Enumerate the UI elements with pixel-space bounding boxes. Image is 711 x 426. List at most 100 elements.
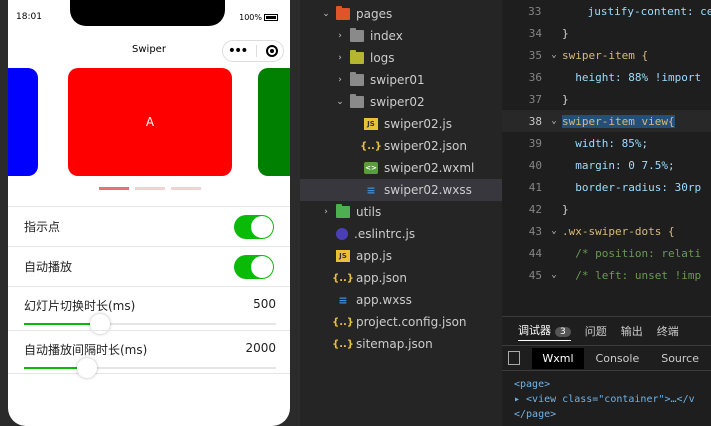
interval-label: 自动播放间隔时长(ms): [24, 343, 148, 357]
indicator-dot: [135, 187, 165, 190]
tree-item-label: pages: [356, 7, 393, 21]
swiper[interactable]: A: [8, 68, 290, 176]
line-number: 34: [528, 26, 542, 40]
code-line[interactable]: 45 ⌄ /* left: unset !imp: [502, 264, 711, 286]
ellipsis-icon[interactable]: •••: [228, 44, 249, 58]
tree-item-app-json[interactable]: {..} app.json: [300, 267, 407, 289]
code-line[interactable]: 34}: [502, 22, 711, 44]
inspect-element-icon[interactable]: [508, 351, 521, 365]
folder-icon: [336, 204, 350, 218]
json-file-icon: {..}: [332, 272, 354, 284]
devtools-tabs: 调试器 3 问题 输出 终端: [502, 317, 711, 345]
code-line[interactable]: 39 width: 85%;: [502, 132, 711, 154]
code-line[interactable]: 38 ⌄ swiper-item view{: [502, 110, 711, 132]
tree-item-label: app.json: [356, 271, 407, 285]
code-text: .wx-swiper-dots {: [562, 224, 675, 238]
capsule-menu: •••: [222, 40, 284, 62]
wxml-tree: <page> ▸ <view class="container">…</v </…: [502, 371, 711, 422]
indicator-dots-switch[interactable]: [234, 214, 274, 239]
subtab-wxml[interactable]: Wxml: [532, 347, 584, 369]
code-text: /* position: relati: [562, 246, 702, 260]
slide-blue[interactable]: [8, 68, 38, 176]
tree-item-swiper02[interactable]: ⌄ swiper02: [300, 91, 425, 113]
code-line[interactable]: 44 /* position: relati: [502, 242, 711, 264]
autoplay-switch[interactable]: [234, 254, 274, 279]
code-text: /* left: unset !imp: [562, 268, 702, 282]
tree-item-app-wxss[interactable]: ≡ app.wxss: [300, 289, 411, 311]
slide-green[interactable]: [258, 68, 290, 176]
tab-terminal[interactable]: 终端: [657, 323, 679, 339]
subtab-console[interactable]: Console: [586, 348, 650, 369]
nav-bar: Swiper •••: [8, 38, 290, 62]
fold-chevron-icon[interactable]: ⌄: [546, 270, 562, 280]
line-number: 43: [528, 224, 542, 238]
battery-icon: [264, 14, 278, 21]
code-line[interactable]: 43 ⌄ .wx-swiper-dots {: [502, 220, 711, 242]
tree-item-pages[interactable]: ⌄ pages: [300, 3, 392, 25]
tree-item-app-js[interactable]: JS app.js: [300, 245, 392, 267]
js-file-icon: JS: [336, 250, 350, 262]
code-line[interactable]: 42}: [502, 198, 711, 220]
tab-debugger[interactable]: 调试器 3: [518, 322, 571, 341]
code-editor[interactable]: 33 justify-content: ce 34} 35 ⌄ swiper-item …: [502, 0, 711, 316]
chevron-right-icon[interactable]: ›: [320, 207, 332, 217]
phone-screen: 18:01 100% Swiper ••• A 指示点 自动播放 幻灯片切换时长…: [8, 0, 290, 426]
tree-item-swiper02-wxss[interactable]: ≡ swiper02.wxss: [300, 179, 502, 201]
duration-slider[interactable]: [24, 314, 276, 334]
tree-item-swiper02-wxml[interactable]: <> swiper02.wxml: [300, 157, 474, 179]
code-text: border-radius: 30rp: [562, 180, 702, 194]
target-icon[interactable]: [266, 45, 279, 57]
duration-label: 幻灯片切换时长(ms): [24, 299, 136, 313]
tree-item-label: swiper02: [370, 95, 425, 109]
chevron-right-icon[interactable]: ›: [334, 53, 346, 63]
subtab-source[interactable]: Source: [651, 348, 709, 369]
line-number: 33: [528, 4, 542, 18]
settings-form: 指示点 自动播放 幻灯片切换时长(ms) 500 自动播放间隔时长(ms) 20…: [8, 206, 290, 378]
simulator-panel: 18:01 100% Swiper ••• A 指示点 自动播放 幻灯片切换时长…: [0, 0, 300, 426]
fold-chevron-icon[interactable]: ⌄: [546, 226, 562, 236]
chevron-down-icon[interactable]: ⌄: [320, 9, 332, 19]
wxml-node[interactable]: ▸ <view class="container">…</v: [514, 392, 711, 407]
chevron-right-icon[interactable]: ›: [334, 31, 346, 41]
tree-item-index[interactable]: › index: [300, 25, 403, 47]
chevron-right-icon[interactable]: ›: [334, 75, 346, 85]
tree-item-sitemap-json[interactable]: {..} sitemap.json: [300, 333, 433, 355]
code-line[interactable]: 33 justify-content: ce: [502, 0, 711, 22]
debugger-badge: 3: [555, 326, 571, 337]
code-text: width: 85%;: [562, 136, 649, 150]
tree-item-label: utils: [356, 205, 382, 219]
interval-slider[interactable]: [24, 358, 276, 378]
tab-problems[interactable]: 问题: [585, 323, 607, 339]
fold-chevron-icon[interactable]: ⌄: [546, 116, 562, 126]
tree-item-swiper02-js[interactable]: JS swiper02.js: [300, 113, 452, 135]
code-text: height: 88% !import: [562, 70, 702, 84]
tree-item-eslintrc-js[interactable]: .eslintrc.js: [300, 223, 415, 245]
code-line[interactable]: [502, 286, 711, 308]
tree-item-logs[interactable]: › logs: [300, 47, 395, 69]
code-line[interactable]: 35 ⌄ swiper-item {: [502, 44, 711, 66]
line-number: 42: [528, 202, 542, 216]
code-line[interactable]: 36 height: 88% !import: [502, 66, 711, 88]
code-line[interactable]: 37}: [502, 88, 711, 110]
folder-icon: [336, 6, 350, 20]
tree-item-swiper01[interactable]: › swiper01: [300, 69, 425, 91]
line-number: 39: [528, 136, 542, 150]
wxml-node[interactable]: <page>: [514, 377, 711, 392]
battery-level: 100%: [239, 13, 262, 22]
chevron-down-icon[interactable]: ⌄: [334, 97, 346, 107]
wxml-node[interactable]: </page>: [514, 407, 711, 422]
code-line[interactable]: 40 margin: 0 7.5%;: [502, 154, 711, 176]
js-file-icon: JS: [364, 118, 378, 130]
code-text: swiper-item view{: [562, 114, 675, 128]
status-time: 18:01: [16, 12, 42, 22]
tree-item-utils[interactable]: › utils: [300, 201, 381, 223]
interval-slider-handle[interactable]: [77, 358, 97, 378]
code-line[interactable]: 41 border-radius: 30rp: [502, 176, 711, 198]
tree-item-swiper02-json[interactable]: {..} swiper02.json: [300, 135, 467, 157]
tree-item-label: project.config.json: [356, 315, 467, 329]
wxml-file-icon: <>: [364, 162, 378, 174]
fold-chevron-icon[interactable]: ⌄: [546, 50, 562, 60]
slide-red[interactable]: A: [68, 68, 232, 176]
tree-item-project-config-json[interactable]: {..} project.config.json: [300, 311, 467, 333]
tab-output[interactable]: 输出: [621, 323, 643, 339]
